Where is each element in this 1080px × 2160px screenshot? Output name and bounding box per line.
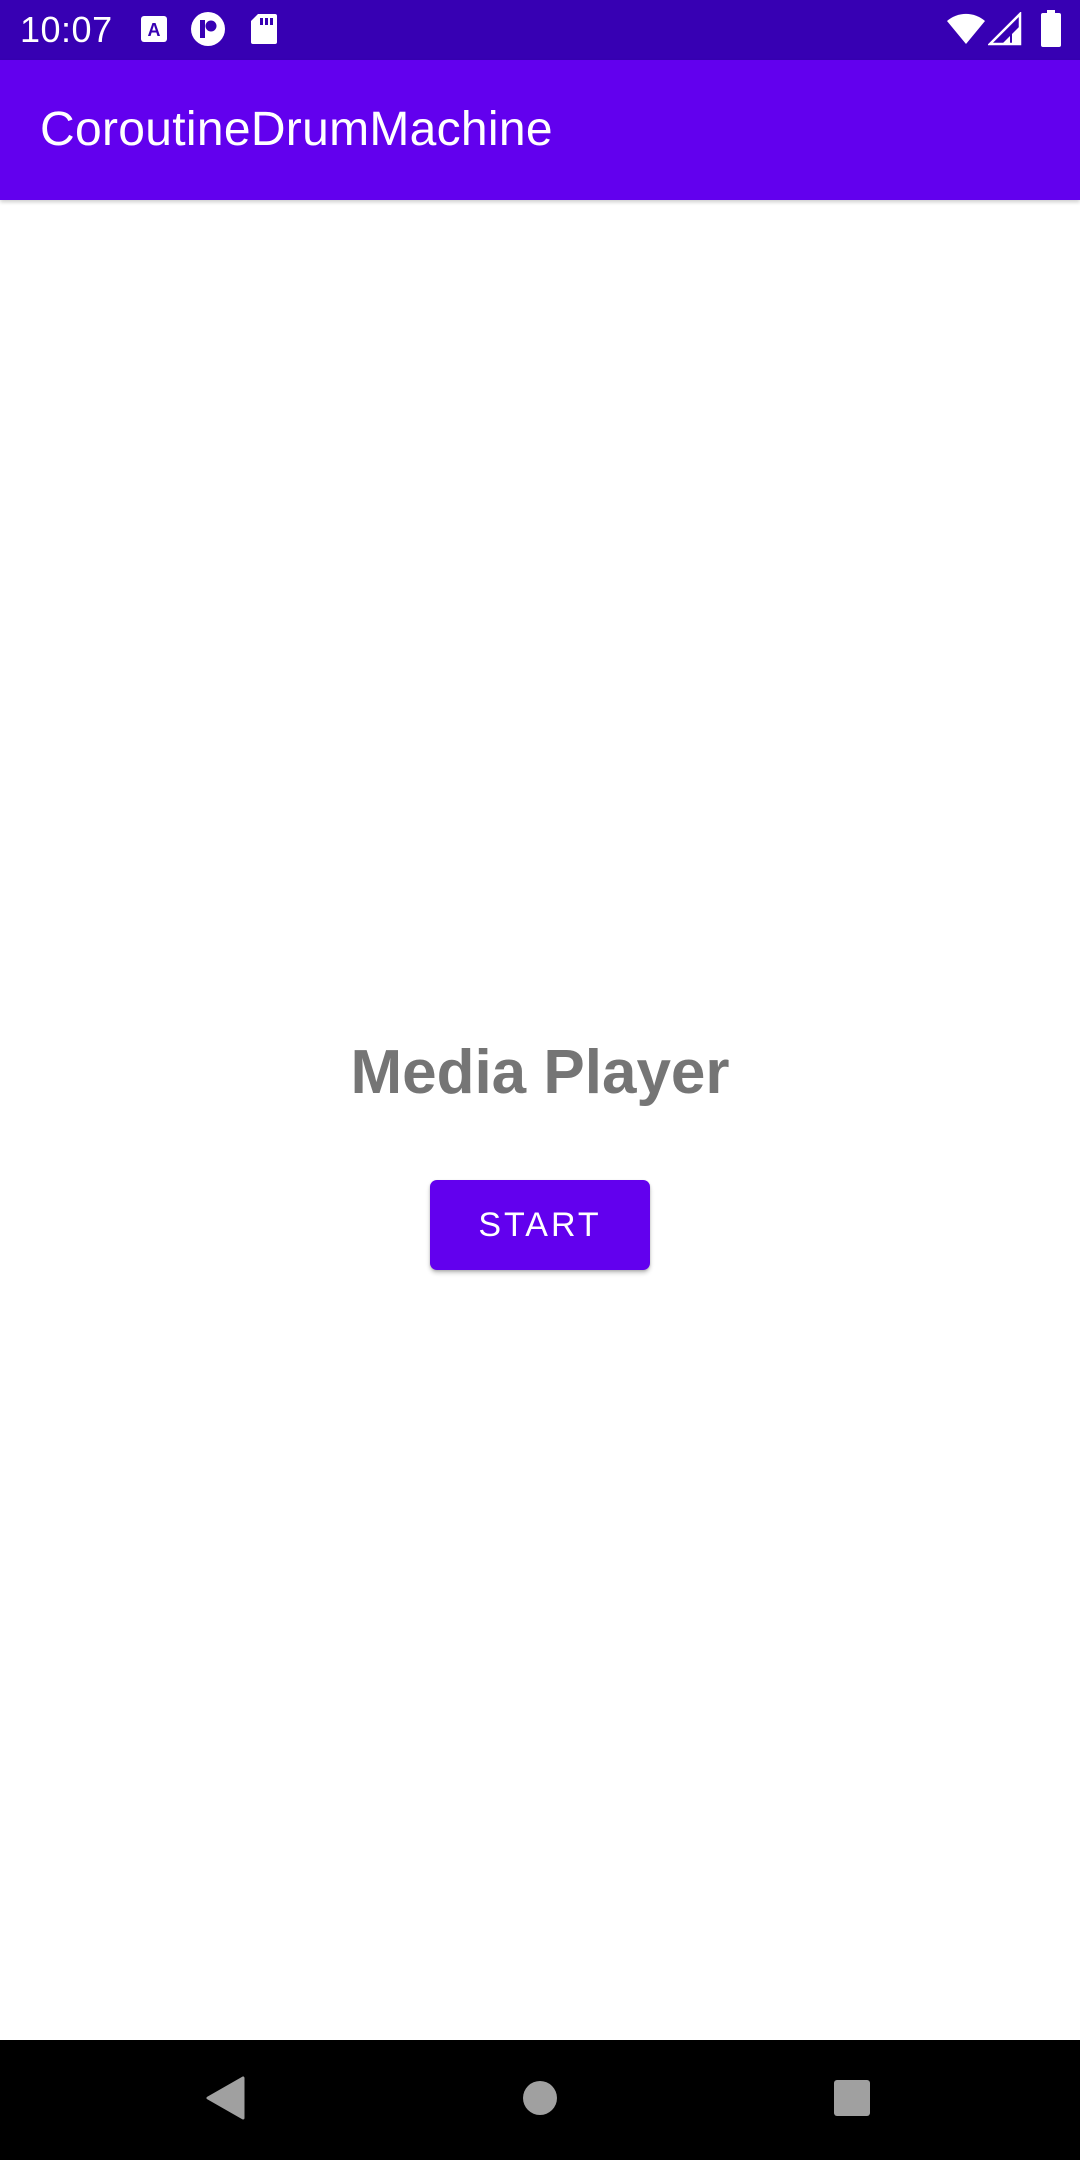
home-button[interactable] (480, 2040, 600, 2160)
notification-a-icon: A (140, 15, 168, 48)
notification-p-icon (190, 11, 226, 52)
back-button[interactable] (166, 2040, 286, 2160)
sd-card-icon (250, 13, 278, 50)
back-icon (206, 2076, 246, 2125)
home-icon (522, 2080, 558, 2121)
main-content: Media Player START (0, 200, 1080, 2040)
recents-icon (833, 2079, 871, 2122)
app-title: CoroutineDrumMachine (40, 103, 553, 156)
status-time: 10:07 (20, 9, 113, 50)
navigation-bar (0, 2040, 1080, 2160)
battery-icon (1040, 10, 1062, 53)
svg-text:A: A (148, 20, 161, 40)
cell-signal-icon (986, 10, 1022, 51)
media-player-heading: Media Player (350, 1038, 730, 1107)
recents-button[interactable] (792, 2040, 912, 2160)
status-bar: 10:07 A (0, 0, 1080, 60)
start-button[interactable]: START (430, 1180, 650, 1270)
wifi-icon (946, 12, 986, 51)
app-bar: CoroutineDrumMachine (0, 60, 1080, 200)
screen: 10:07 A CoroutineDrumMachine Media Playe… (0, 0, 1080, 2160)
